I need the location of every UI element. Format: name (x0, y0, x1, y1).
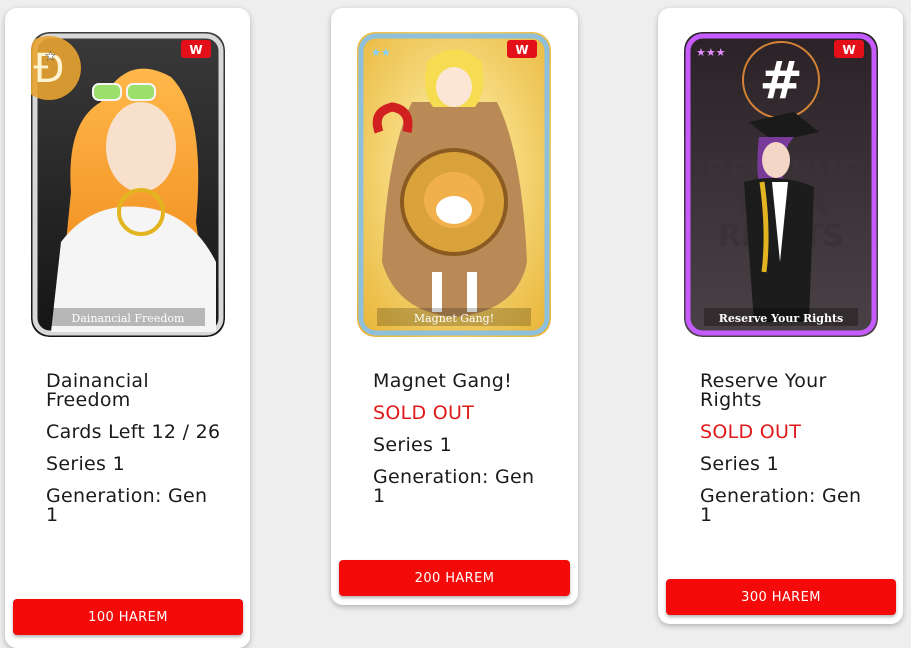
card-series: Series 1 (373, 434, 452, 456)
svg-text:W: W (515, 43, 528, 57)
svg-text:Magnet Gang!: Magnet Gang! (414, 312, 494, 325)
card-name: Dainancial Freedom (46, 370, 149, 411)
glasses-icon (92, 83, 122, 101)
hashtag-logo-icon: # (759, 51, 803, 111)
card-generation: Generation: Gen 1 (46, 485, 208, 526)
svg-text:★★★: ★★★ (696, 46, 726, 59)
card-artwork[interactable]: # RESERVE YOUR RIGHTS W ★★★ Reserve Your… (684, 32, 878, 337)
svg-text:★: ★ (45, 49, 56, 63)
card-generation: Generation: Gen 1 (700, 485, 862, 526)
svg-text:Dainancial Freedom: Dainancial Freedom (72, 312, 185, 325)
card-name: Magnet Gang! (373, 370, 513, 392)
nft-card-dainancial-freedom: Ð W ★ Dainancial Freedom Dainancial Free… (5, 8, 250, 648)
sold-out-status: SOLD OUT (700, 421, 802, 443)
svg-text:W: W (189, 43, 202, 57)
buy-button[interactable]: 300 HAREM (666, 579, 896, 615)
svg-text:★★: ★★ (371, 46, 391, 59)
card-artwork[interactable]: W ★★ Magnet Gang! (357, 32, 551, 337)
card-generation: Generation: Gen 1 (373, 466, 535, 507)
card-artwork[interactable]: Ð W ★ Dainancial Freedom (31, 32, 225, 337)
card-series: Series 1 (700, 453, 779, 475)
sold-out-status: SOLD OUT (373, 402, 475, 424)
buy-button[interactable]: 200 HAREM (339, 560, 570, 596)
buy-button[interactable]: 100 HAREM (13, 599, 243, 635)
card-name: Reserve Your Rights (700, 370, 827, 411)
card-series: Series 1 (46, 453, 125, 475)
svg-text:Reserve Your Rights: Reserve Your Rights (719, 312, 844, 325)
nft-card-reserve-your-rights: # RESERVE YOUR RIGHTS W ★★★ Reserve Your… (658, 8, 903, 624)
svg-text:W: W (842, 43, 855, 57)
nft-card-magnet-gang: W ★★ Magnet Gang! Magnet Gang! SOLD OUT … (331, 8, 578, 605)
cards-left: Cards Left 12 / 26 (46, 421, 221, 443)
